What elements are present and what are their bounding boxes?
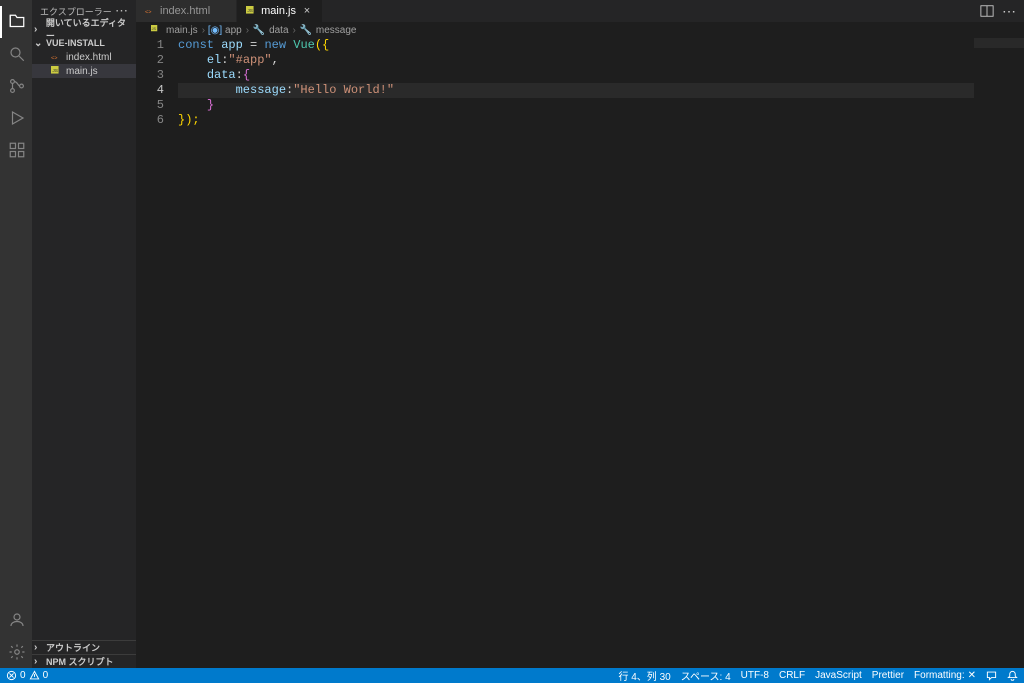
minimap[interactable] [974,38,1024,668]
chevron-right-icon: › [34,656,44,667]
section-npm-scripts[interactable]: › NPM スクリプト [32,654,136,668]
status-problems[interactable]: 0 0 [6,670,48,681]
file-main-js[interactable]: JS main.js [32,64,136,78]
close-icon[interactable]: × [300,5,314,17]
editor-area: <> index.html × JS main.js × ⋯ JS [136,0,1024,668]
x-icon: ✕ [968,670,976,681]
tab-index-html[interactable]: <> index.html × [136,0,237,22]
js-file-icon: JS [50,65,62,77]
variable-icon: [◉] [209,24,221,36]
svg-text:<>: <> [51,55,57,61]
section-open-editors[interactable]: › 開いているエディター [32,22,136,36]
code-editor[interactable]: 1 2 3 4 5 6 const app = new Vue({ el:"#a… [136,38,1024,668]
status-cursor-position[interactable]: 行 4、列 30 [618,668,670,683]
html-file-icon: <> [144,5,156,17]
status-feedback-icon[interactable] [986,670,997,681]
status-encoding[interactable]: UTF-8 [741,670,769,681]
status-prettier[interactable]: Prettier [872,670,904,681]
extensions-icon[interactable] [0,134,32,166]
html-file-icon: <> [50,51,62,63]
tab-bar: <> index.html × JS main.js × ⋯ [136,0,1024,22]
property-icon: 🔧 [253,24,265,36]
file-tree: <> index.html JS main.js [32,50,136,640]
tab-main-js[interactable]: JS main.js × [237,0,323,22]
status-eol[interactable]: CRLF [779,670,805,681]
sidebar: エクスプローラー ⋯ › 開いているエディター ⌄ VUE-INSTALL <>… [32,0,136,668]
code-content[interactable]: const app = new Vue({ el:"#app", data:{ … [178,38,974,668]
run-debug-icon[interactable] [0,102,32,134]
more-actions-icon[interactable]: ⋯ [1002,3,1016,20]
chevron-down-icon: ⌄ [34,38,44,49]
line-gutter: 1 2 3 4 5 6 [136,38,178,668]
breadcrumb-separator: › [246,25,249,36]
status-bar: 0 0 行 4、列 30 スペース: 4 UTF-8 CRLF JavaScri… [0,668,1024,683]
section-folder[interactable]: ⌄ VUE-INSTALL [32,36,136,50]
status-bell-icon[interactable] [1007,670,1018,681]
status-indentation[interactable]: スペース: 4 [681,668,731,683]
settings-gear-icon[interactable] [0,636,32,668]
breadcrumb-separator: › [293,25,296,36]
status-language[interactable]: JavaScript [815,670,862,681]
status-formatting[interactable]: Formatting: ✕ [914,670,976,681]
svg-text:<>: <> [145,9,151,15]
chevron-right-icon: › [34,642,44,653]
chevron-right-icon: › [34,24,44,35]
breadcrumb-separator: › [202,25,205,36]
section-outline[interactable]: › アウトライン [32,640,136,654]
js-file-icon: JS [150,24,162,36]
svg-text:JS: JS [52,68,58,74]
accounts-icon[interactable] [0,604,32,636]
svg-text:JS: JS [152,27,157,31]
activity-bar [0,0,32,668]
file-index-html[interactable]: <> index.html [32,50,136,64]
explorer-icon[interactable] [0,6,32,38]
search-icon[interactable] [0,38,32,70]
property-icon: 🔧 [300,24,312,36]
split-editor-icon[interactable] [980,4,994,18]
svg-text:JS: JS [247,8,253,14]
breadcrumb[interactable]: JS main.js › [◉] app › 🔧 data › 🔧 messag… [136,22,1024,38]
js-file-icon: JS [245,5,257,17]
source-control-icon[interactable] [0,70,32,102]
